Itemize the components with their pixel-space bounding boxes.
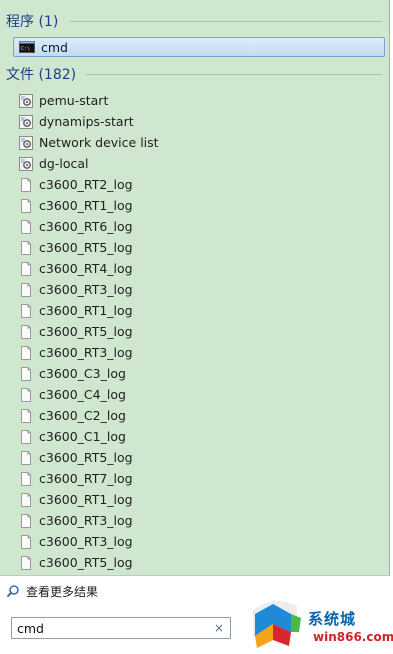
file-result-label: c3600_RT5_log bbox=[39, 324, 133, 339]
file-result-label: pemu-start bbox=[39, 93, 109, 108]
file-result-row[interactable]: c3600_RT3_log bbox=[18, 511, 133, 530]
document-icon bbox=[21, 282, 31, 297]
search-icon bbox=[6, 585, 19, 598]
file-result-row[interactable]: pemu-start bbox=[18, 91, 108, 110]
svg-text:C:\: C:\ bbox=[21, 46, 30, 52]
document-icon bbox=[21, 198, 31, 213]
file-result-row[interactable]: c3600_RT7_log bbox=[18, 469, 133, 488]
file-result-row[interactable]: c3600_C3_log bbox=[18, 364, 126, 383]
script-icon bbox=[19, 135, 33, 150]
file-result-row[interactable]: c3600_RT5_log bbox=[18, 448, 133, 467]
document-icon bbox=[21, 450, 31, 465]
file-result-label: c3600_RT5_log bbox=[39, 450, 133, 465]
file-result-label: c3600_RT3_log bbox=[39, 282, 133, 297]
file-result-label: c3600_RT2_log bbox=[39, 177, 133, 192]
document-icon bbox=[21, 324, 31, 339]
document-icon bbox=[21, 492, 31, 507]
files-header-label: 文件 (182) bbox=[6, 67, 77, 83]
program-result-cmd[interactable]: C:\ cmd bbox=[13, 37, 385, 57]
document-icon bbox=[21, 261, 31, 276]
file-result-label: c3600_RT5_log bbox=[39, 555, 133, 570]
file-result-row[interactable]: c3600_RT1_log bbox=[18, 490, 133, 509]
file-result-row[interactable]: c3600_C1_log bbox=[18, 427, 126, 446]
file-result-row[interactable]: c3600_RT5_log bbox=[18, 553, 133, 572]
file-result-label: c3600_C3_log bbox=[39, 366, 126, 381]
see-more-label: 查看更多结果 bbox=[26, 584, 99, 599]
console-icon: C:\ bbox=[19, 41, 35, 53]
file-result-row[interactable]: c3600_RT1_log bbox=[18, 196, 133, 215]
file-result-row[interactable]: dynamips-start bbox=[18, 112, 134, 131]
file-result-label: c3600_RT1_log bbox=[39, 492, 133, 507]
file-result-label: c3600_RT5_log bbox=[39, 240, 133, 255]
watermark-title: 系统城 bbox=[308, 610, 357, 628]
program-result-label: cmd bbox=[41, 39, 68, 55]
document-icon bbox=[21, 303, 31, 318]
file-result-label: c3600_RT3_log bbox=[39, 345, 133, 360]
search-box[interactable]: × bbox=[11, 617, 231, 639]
script-icon bbox=[19, 156, 33, 171]
close-icon[interactable]: × bbox=[214, 621, 224, 635]
file-result-label: c3600_C4_log bbox=[39, 387, 126, 402]
document-icon bbox=[21, 219, 31, 234]
document-icon bbox=[21, 534, 31, 549]
file-result-label: c3600_RT4_log bbox=[39, 261, 133, 276]
file-result-row[interactable]: c3600_RT3_log bbox=[18, 343, 133, 362]
document-icon bbox=[21, 429, 31, 444]
files-header-rule bbox=[86, 74, 382, 75]
file-result-row[interactable]: c3600_RT5_log bbox=[18, 322, 133, 341]
search-input[interactable] bbox=[17, 620, 202, 636]
document-icon bbox=[21, 471, 31, 486]
document-icon bbox=[21, 240, 31, 255]
file-result-label: c3600_RT1_log bbox=[39, 303, 133, 318]
document-icon bbox=[21, 177, 31, 192]
file-result-row[interactable]: c3600_C4_log bbox=[18, 385, 126, 404]
programs-group-header: 程序 (1) bbox=[6, 11, 58, 31]
file-result-row[interactable]: c3600_RT4_log bbox=[18, 259, 133, 278]
file-result-row[interactable]: c3600_RT3_log bbox=[18, 532, 133, 551]
file-result-label: c3600_RT7_log bbox=[39, 471, 133, 486]
programs-header-rule bbox=[70, 21, 382, 22]
file-result-row[interactable]: c3600_RT2_log bbox=[18, 175, 133, 194]
file-result-label: c3600_C2_log bbox=[39, 408, 126, 423]
file-result-row[interactable]: c3600_RT1_log bbox=[18, 301, 133, 320]
file-result-row[interactable]: dg-local bbox=[18, 154, 89, 173]
watermark-url: win866.com bbox=[313, 630, 393, 644]
document-icon bbox=[21, 387, 31, 402]
document-icon bbox=[21, 555, 31, 570]
document-icon bbox=[21, 366, 31, 381]
file-result-label: c3600_RT3_log bbox=[39, 534, 133, 549]
file-result-label: Network device list bbox=[39, 135, 159, 150]
file-result-label: dynamips-start bbox=[39, 114, 134, 129]
file-result-label: c3600_RT3_log bbox=[39, 513, 133, 528]
file-result-row[interactable]: c3600_RT3_log bbox=[18, 280, 133, 299]
script-icon bbox=[19, 93, 33, 108]
file-result-label: c3600_C1_log bbox=[39, 429, 126, 444]
file-result-row[interactable]: c3600_C2_log bbox=[18, 406, 126, 425]
file-result-row[interactable]: Network device list bbox=[18, 133, 159, 152]
files-group-header: 文件 (182) bbox=[6, 64, 76, 84]
programs-header-label: 程序 (1) bbox=[6, 14, 59, 30]
document-icon bbox=[21, 513, 31, 528]
file-result-label: c3600_RT1_log bbox=[39, 198, 133, 213]
document-icon bbox=[21, 345, 31, 360]
file-result-row[interactable]: c3600_RT6_log bbox=[18, 217, 133, 236]
file-result-row[interactable]: c3600_RT5_log bbox=[18, 238, 133, 257]
file-result-label: c3600_RT6_log bbox=[39, 219, 133, 234]
file-result-label: dg-local bbox=[39, 156, 89, 171]
see-more-results-link[interactable]: 查看更多结果 bbox=[6, 582, 98, 600]
search-results-pane: 程序 (1) C:\ cmd 文件 (182) pemu-start dynami… bbox=[0, 0, 390, 576]
document-icon bbox=[21, 408, 31, 423]
script-icon bbox=[19, 114, 33, 129]
